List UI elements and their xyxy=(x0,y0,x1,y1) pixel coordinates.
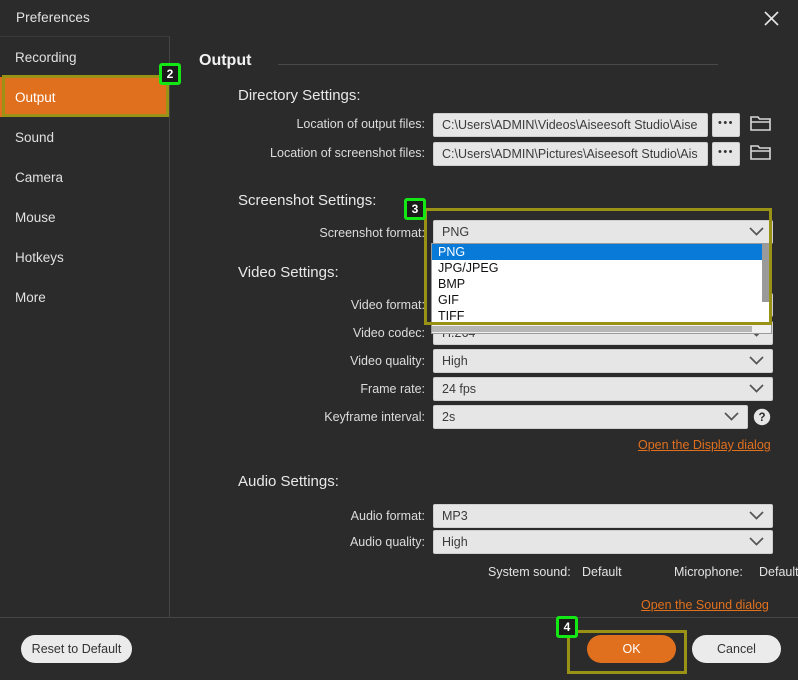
svg-text:?: ? xyxy=(758,412,765,424)
sidebar-item-label: Hotkeys xyxy=(15,249,64,265)
sidebar-item-label: More xyxy=(15,289,46,305)
location-screenshot-folder-button[interactable] xyxy=(748,142,772,166)
video-quality-value: High xyxy=(442,354,468,368)
open-sound-dialog-link[interactable]: Open the Sound dialog xyxy=(641,598,769,612)
location-screenshot-label: Location of screenshot files: xyxy=(270,146,425,160)
location-output-value: C:\Users\ADMIN\Videos\Aiseesoft Studio\A… xyxy=(442,118,698,132)
cancel-label: Cancel xyxy=(717,642,756,656)
audio-quality-value: High xyxy=(442,535,468,549)
ok-label: OK xyxy=(622,642,641,656)
audio-quality-select[interactable]: High xyxy=(433,530,773,554)
video-format-label: Video format: xyxy=(350,298,425,312)
chevron-down-icon xyxy=(749,225,764,239)
system-sound-label: System sound: xyxy=(488,565,571,579)
location-screenshot-input[interactable]: C:\Users\ADMIN\Pictures\Aiseesoft Studio… xyxy=(433,142,708,166)
dropdown-option-jpg[interactable]: JPG/JPEG xyxy=(432,260,771,276)
sidebar-item-label: Output xyxy=(15,89,56,105)
sidebar-item-label: Mouse xyxy=(15,209,56,225)
audio-format-value: MP3 xyxy=(442,509,468,523)
frame-rate-label: Frame rate: xyxy=(360,382,425,396)
sidebar-item-more[interactable]: More xyxy=(0,277,169,317)
help-icon: ? xyxy=(753,408,771,430)
location-screenshot-value: C:\Users\ADMIN\Pictures\Aiseesoft Studio… xyxy=(442,147,698,161)
reset-label: Reset to Default xyxy=(31,642,122,656)
dropdown-horizontal-scrollbar[interactable] xyxy=(432,324,771,333)
window-title: Preferences xyxy=(16,10,90,25)
audio-settings-heading: Audio Settings: xyxy=(238,473,339,490)
close-button[interactable] xyxy=(750,3,792,33)
ellipsis-icon: ••• xyxy=(717,145,735,158)
dropdown-option-gif[interactable]: GIF xyxy=(432,292,771,308)
chevron-down-icon xyxy=(749,509,764,523)
title-bar: Preferences xyxy=(0,0,798,36)
frame-rate-value: 24 fps xyxy=(442,382,477,396)
audio-format-label: Audio format: xyxy=(350,509,425,523)
close-icon xyxy=(763,10,779,26)
screenshot-format-value: PNG xyxy=(442,225,470,239)
dropdown-horizontal-scrollbar-thumb[interactable] xyxy=(432,326,752,332)
audio-quality-label: Audio quality: xyxy=(349,535,425,549)
sidebar-item-label: Camera xyxy=(15,169,64,185)
location-output-label: Location of output files: xyxy=(296,117,425,131)
keyframe-interval-label: Keyframe interval: xyxy=(324,410,425,424)
footer-bar: Reset to Default OK Cancel xyxy=(0,617,798,680)
keyframe-interval-select[interactable]: 2s xyxy=(433,405,748,429)
dropdown-scrollbar[interactable] xyxy=(762,244,771,302)
sidebar-item-hotkeys[interactable]: Hotkeys xyxy=(0,237,169,277)
chevron-down-icon xyxy=(749,354,764,368)
sidebar-item-label: Recording xyxy=(15,49,77,65)
frame-rate-select[interactable]: 24 fps xyxy=(433,377,773,401)
video-settings-heading: Video Settings: xyxy=(238,264,339,281)
video-quality-select[interactable]: High xyxy=(433,349,773,373)
dropdown-option-png[interactable]: PNG xyxy=(432,244,771,260)
sidebar-item-sound[interactable]: Sound xyxy=(0,117,169,157)
directory-settings-heading: Directory Settings: xyxy=(238,87,361,104)
chevron-down-icon xyxy=(749,382,764,396)
sidebar-item-recording[interactable]: Recording xyxy=(0,37,169,77)
location-screenshot-browse-button[interactable]: ••• xyxy=(712,142,740,166)
location-output-browse-button[interactable]: ••• xyxy=(712,113,740,137)
location-output-folder-button[interactable] xyxy=(748,113,772,137)
sidebar-item-mouse[interactable]: Mouse xyxy=(0,197,169,237)
microphone-label: Microphone: xyxy=(674,565,743,579)
screenshot-format-select[interactable]: PNG xyxy=(433,220,773,244)
sidebar-item-camera[interactable]: Camera xyxy=(0,157,169,197)
sidebar: Recording Output Sound Camera Mouse Hotk… xyxy=(0,36,170,617)
microphone-value: Default xyxy=(759,565,798,579)
ellipsis-icon: ••• xyxy=(717,116,735,129)
sidebar-item-label: Sound xyxy=(15,129,55,145)
video-codec-label: Video codec: xyxy=(352,326,425,340)
reset-to-default-button[interactable]: Reset to Default xyxy=(21,635,132,663)
keyframe-interval-value: 2s xyxy=(442,410,456,424)
dropdown-option-tiff[interactable]: TIFF xyxy=(432,308,771,324)
audio-format-select[interactable]: MP3 xyxy=(433,504,773,528)
video-quality-label: Video quality: xyxy=(350,354,425,368)
title-divider xyxy=(278,64,718,65)
chevron-down-icon xyxy=(724,410,739,424)
folder-icon xyxy=(749,114,771,136)
location-output-input[interactable]: C:\Users\ADMIN\Videos\Aiseesoft Studio\A… xyxy=(433,113,708,137)
open-display-dialog-link[interactable]: Open the Display dialog xyxy=(638,438,771,452)
chevron-down-icon xyxy=(749,535,764,549)
cancel-button[interactable]: Cancel xyxy=(692,635,781,663)
folder-icon xyxy=(749,143,771,165)
screenshot-format-dropdown-list[interactable]: PNG JPG/JPEG BMP GIF TIFF xyxy=(431,243,772,334)
page-title: Output xyxy=(199,52,252,69)
system-sound-value: Default xyxy=(582,565,622,579)
screenshot-settings-heading: Screenshot Settings: xyxy=(238,192,377,209)
sidebar-item-output[interactable]: Output xyxy=(0,77,169,117)
keyframe-help-button[interactable]: ? xyxy=(753,408,771,426)
ok-button[interactable]: OK xyxy=(587,635,676,663)
screenshot-format-label: Screenshot format: xyxy=(319,226,425,240)
dropdown-option-bmp[interactable]: BMP xyxy=(432,276,771,292)
